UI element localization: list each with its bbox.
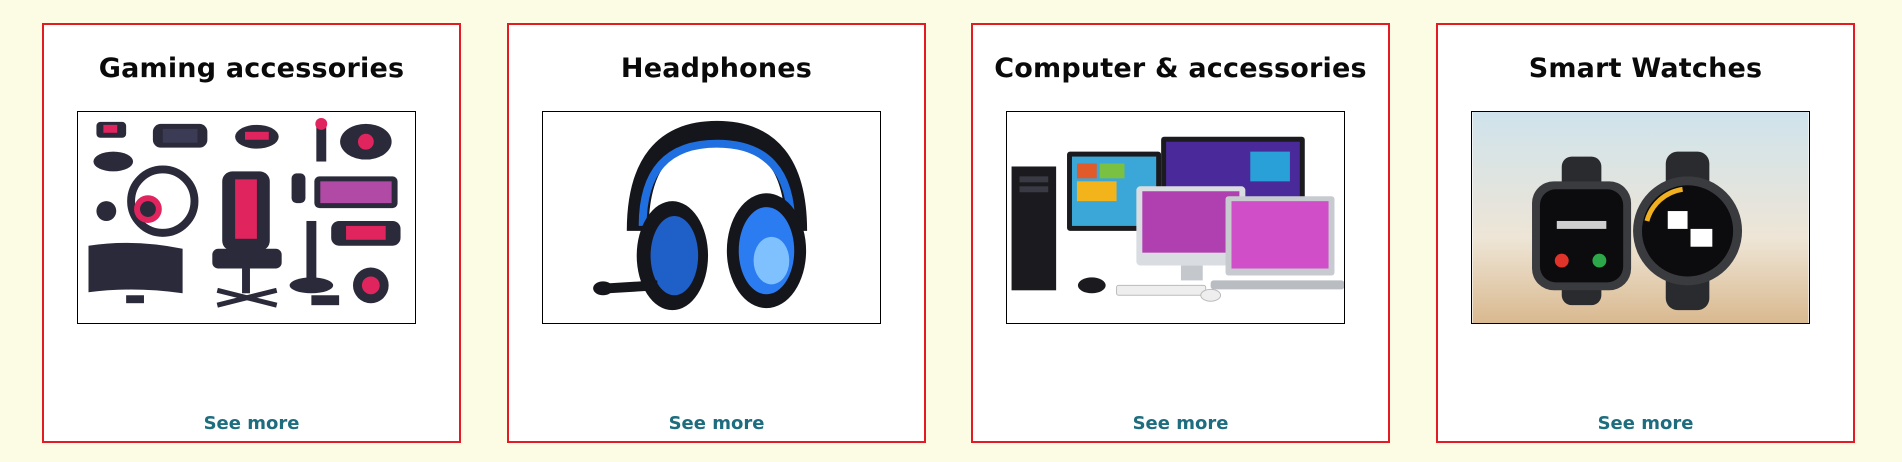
computers-image[interactable] [1006, 111, 1345, 324]
gaming-accessories-image[interactable] [77, 111, 416, 324]
see-more-link[interactable]: See more [1438, 413, 1853, 434]
headphones-image[interactable] [542, 111, 881, 324]
card-title: Computer & accessories [994, 53, 1367, 84]
card-title: Smart Watches [1528, 53, 1763, 84]
category-card-computers[interactable]: Computer & accessories See more [971, 23, 1390, 443]
card-title: Gaming accessories [98, 53, 405, 84]
category-card-smart-watches[interactable]: Smart Watches See more [1436, 23, 1855, 443]
category-card-headphones[interactable]: Headphones See more [507, 23, 926, 443]
see-more-link[interactable]: See more [509, 413, 924, 434]
card-title: Headphones [620, 53, 813, 84]
see-more-link[interactable]: See more [44, 413, 459, 434]
category-cards: Gaming accessories See more Headphones S… [0, 0, 1902, 462]
category-card-gaming[interactable]: Gaming accessories See more [42, 23, 461, 443]
smart-watches-image[interactable] [1471, 111, 1810, 324]
see-more-link[interactable]: See more [973, 413, 1388, 434]
